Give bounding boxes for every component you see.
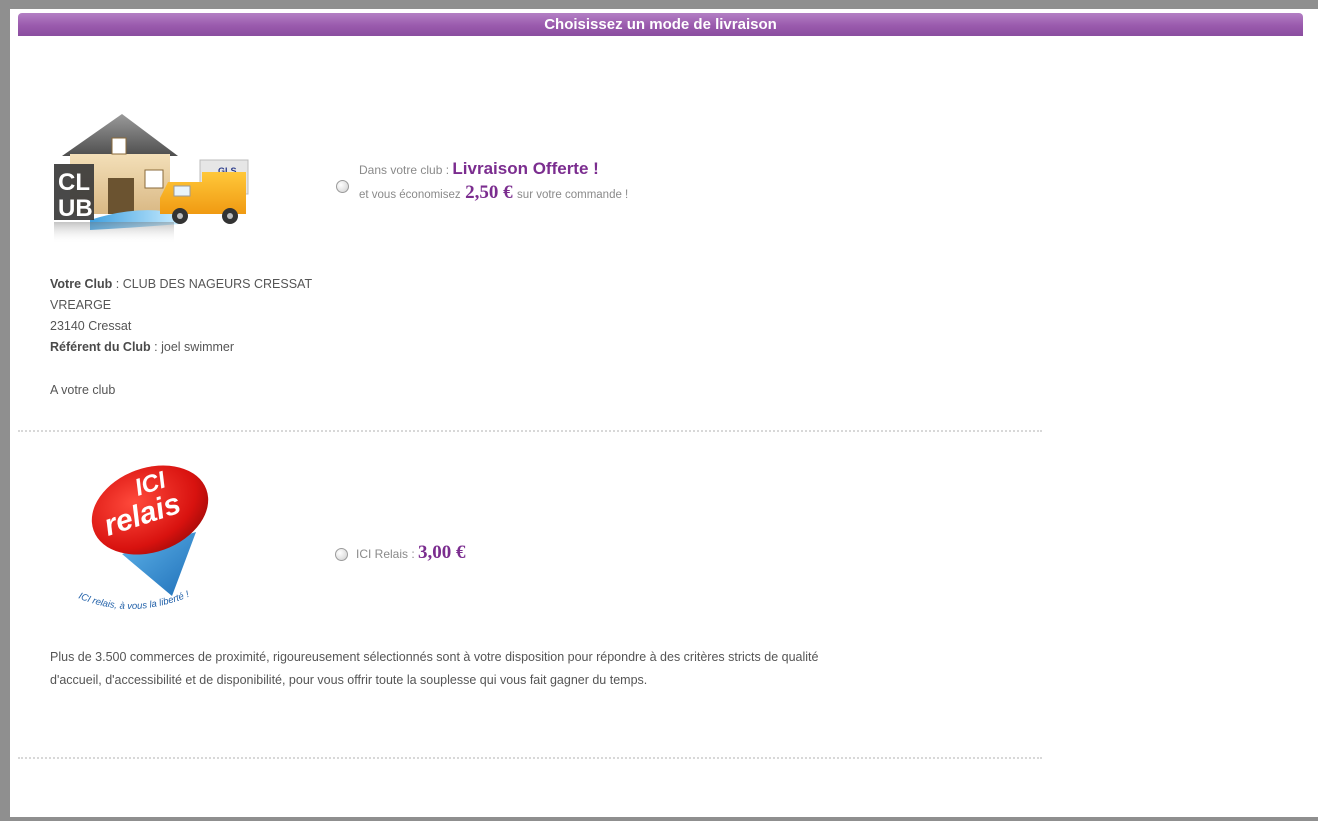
ici-relais-label: ICI Relais bbox=[356, 547, 409, 561]
delivery-mode-header: Choisissez un mode de livraison bbox=[18, 13, 1303, 36]
option-ici-relais[interactable]: ICI Relais : 3,00 € bbox=[335, 540, 466, 567]
referent-label: Référent du Club bbox=[50, 340, 151, 354]
club-label: Votre Club bbox=[50, 277, 113, 291]
ici-relais-text: ICI Relais : 3,00 € bbox=[356, 540, 466, 567]
club-city: 23140 Cressat bbox=[50, 319, 132, 333]
savings-amount: 2,50 € bbox=[465, 182, 513, 203]
svg-text:ICI relais, à vous la liberté: ICI relais, à vous la liberté ! bbox=[77, 589, 191, 612]
club-note: A votre club bbox=[50, 383, 116, 397]
club-address: VREARGE bbox=[50, 298, 112, 312]
option-club-delivery[interactable]: Dans votre club : Livraison Offerte ! et… bbox=[336, 158, 628, 207]
option-divider-bottom bbox=[18, 757, 1042, 759]
ici-relais-radio[interactable] bbox=[335, 548, 348, 561]
savings-prefix: et vous économisez bbox=[359, 189, 461, 201]
header-title: Choisissez un mode de livraison bbox=[544, 16, 777, 33]
ici-relais-description-text: Plus de 3.500 commerces de proximité, ri… bbox=[50, 650, 819, 687]
club-details: Votre Club : CLUB DES NAGEURS CRESSAT VR… bbox=[50, 274, 312, 401]
club-name: CLUB DES NAGEURS CRESSAT bbox=[122, 277, 313, 291]
option-divider bbox=[18, 430, 1042, 432]
club-house-delivery-icon: CL UB GLS bbox=[54, 114, 249, 244]
club-delivery-separator: : bbox=[442, 163, 453, 177]
ici-relais-logo-icon: ICI relais ICI relais, à vous la liberté… bbox=[77, 465, 209, 612]
club-delivery-logo: CL UB GLS bbox=[50, 108, 260, 248]
club-delivery-label: Dans votre club bbox=[359, 163, 443, 177]
ici-relais-price: 3,00 € bbox=[418, 542, 466, 563]
ici-relais-separator: : bbox=[408, 547, 419, 561]
svg-text:UB: UB bbox=[58, 195, 93, 222]
club-delivery-radio[interactable] bbox=[336, 180, 349, 193]
savings-suffix: sur votre commande ! bbox=[517, 189, 629, 201]
ici-relais-logo: ICI relais ICI relais, à vous la liberté… bbox=[68, 458, 243, 628]
svg-text:CL: CL bbox=[58, 169, 90, 196]
club-delivery-promo: Livraison Offerte ! bbox=[452, 159, 599, 178]
club-delivery-text: Dans votre club : Livraison Offerte ! et… bbox=[359, 158, 628, 207]
ici-relais-description: Plus de 3.500 commerces de proximité, ri… bbox=[50, 646, 870, 692]
referent-name: joel swimmer bbox=[161, 340, 235, 354]
